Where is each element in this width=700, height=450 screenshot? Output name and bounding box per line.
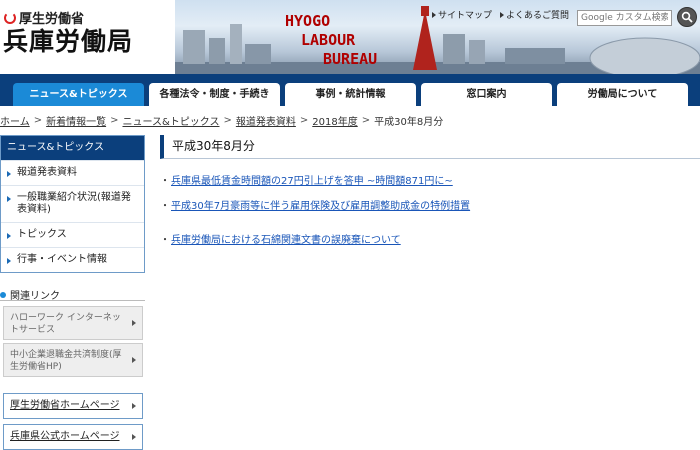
main-nav: ニュース&トピックス 各種法令・制度・手続き 事例・統計情報 窓口案内 労働局に… [0, 74, 700, 106]
breadcrumb-separator: > [33, 115, 43, 126]
banner-word: BUREAU [323, 50, 378, 68]
nav-tab-laws-procedures[interactable]: 各種法令・制度・手続き [149, 83, 280, 106]
news-item[interactable]: ・兵庫県最低賃金時間額の27円引上げを答申 ~時間額871円に~ [160, 172, 453, 187]
retirement-fund-link-card[interactable]: 中小企業退職金共済制度(厚生労働省HP) [3, 343, 143, 377]
breadcrumb-news-topics[interactable]: ニュース&トピックス [122, 113, 219, 128]
breadcrumb-press-releases[interactable]: 報道発表資料 [236, 113, 296, 128]
breadcrumb: ホーム > 新着情報一覧 > ニュース&トピックス > 報道発表資料 > 201… [0, 113, 443, 128]
mhlw-homepage-link[interactable]: 厚生労働省ホームページ [3, 393, 143, 419]
hellowork-label: ハローワーク インターネットサービス [10, 313, 121, 335]
search-icon [681, 11, 693, 23]
faq-label: よくあるご質問 [506, 11, 570, 21]
retirement-fund-label: 中小企業退職金共済制度(厚生労働省HP) [10, 350, 122, 372]
banner-word: LABOUR [301, 31, 356, 49]
mhlw-homepage-label: 厚生労働省ホームページ [10, 400, 120, 411]
divider [0, 300, 145, 301]
arrow-right-icon [132, 320, 136, 326]
bullet-dot-icon [0, 291, 6, 298]
hyogo-pref-homepage-label: 兵庫県公式ホームページ [10, 431, 120, 442]
sidebar-item-topics[interactable]: トピックス [1, 222, 144, 247]
bullet-icon: ・ [160, 235, 170, 246]
sidebar-menu: ニュース&トピックス 報道発表資料 一般職業紹介状況(報道発表資料) トピックス… [0, 135, 145, 273]
breadcrumb-separator: > [299, 115, 309, 126]
sidebar-item-events[interactable]: 行事・イベント情報 [1, 247, 144, 272]
search-button[interactable] [677, 7, 697, 27]
page-title: 平成30年8月分 [160, 135, 700, 159]
site-header: 厚生労働省 兵庫労働局 HYOGO LABOUR BUREAU サイトマップ よ… [0, 0, 700, 74]
sitemap-link[interactable]: サイトマップ [432, 8, 492, 21]
arrow-right-icon [132, 403, 136, 409]
news-item-link[interactable]: 兵庫県最低賃金時間額の27円引上げを答申 ~時間額871円に~ [171, 176, 453, 187]
arrow-right-icon [500, 11, 505, 18]
news-item-link[interactable]: 兵庫労働局における石綿関連文書の誤廃棄について [171, 235, 401, 246]
breadcrumb-fiscal-year[interactable]: 2018年度 [312, 113, 357, 128]
nav-tab-cases-statistics[interactable]: 事例・統計情報 [285, 83, 416, 106]
arrow-right-icon [432, 11, 436, 18]
breadcrumb-current: 平成30年8月分 [374, 117, 444, 128]
faq-link[interactable]: よくあるご質問 [500, 8, 569, 21]
sidebar-header[interactable]: ニュース&トピックス [1, 136, 144, 160]
breadcrumb-separator: > [361, 115, 371, 126]
bureau-name: 兵庫労働局 [3, 27, 134, 56]
breadcrumb-separator: > [110, 115, 119, 126]
nav-tab-office-guide[interactable]: 窓口案内 [421, 83, 552, 106]
breadcrumb-home[interactable]: ホーム [0, 113, 30, 128]
hyogo-pref-homepage-link[interactable]: 兵庫県公式ホームページ [3, 424, 143, 450]
breadcrumb-separator: > [223, 115, 232, 126]
sitemap-label: サイトマップ [438, 11, 493, 21]
breadcrumb-news-list[interactable]: 新着情報一覧 [46, 113, 106, 128]
nav-tab-about-bureau[interactable]: 労働局について [557, 83, 688, 106]
sidebar-item-press-releases[interactable]: 報道発表資料 [1, 160, 144, 185]
news-item[interactable]: ・兵庫労働局における石綿関連文書の誤廃棄について [160, 231, 401, 246]
news-item-link[interactable]: 平成30年7月豪雨等に伴う雇用保険及び雇用調整助成金の特例措置 [171, 201, 470, 212]
bullet-icon: ・ [160, 176, 170, 187]
nav-tab-news-topics[interactable]: ニュース&トピックス [13, 83, 144, 106]
banner-title: HYOGO LABOUR BUREAU [285, 6, 405, 70]
bullet-icon: ・ [160, 201, 170, 212]
news-item[interactable]: ・平成30年7月豪雨等に伴う雇用保険及び雇用調整助成金の特例措置 [160, 197, 470, 212]
sidebar-item-job-placement[interactable]: 一般職業紹介状況(報道発表資料) [1, 185, 144, 222]
utility-links: サイトマップ よくあるご質問 [432, 8, 569, 21]
arrow-right-icon [132, 357, 136, 363]
search-input[interactable] [577, 10, 672, 26]
arrow-right-icon [132, 434, 136, 440]
site-logo[interactable]: 厚生労働省 兵庫労働局 [0, 0, 175, 74]
hellowork-link-card[interactable]: ハローワーク インターネットサービス [3, 306, 143, 340]
banner-word: HYOGO [285, 12, 331, 30]
